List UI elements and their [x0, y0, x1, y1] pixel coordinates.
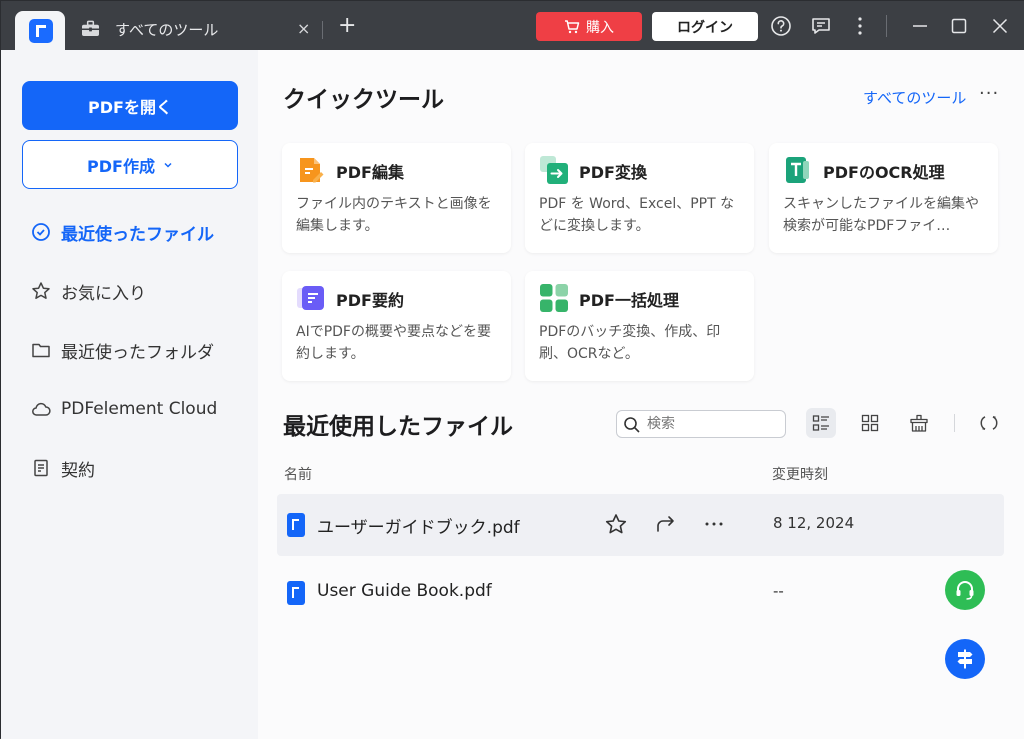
- buy-button[interactable]: 購入: [536, 12, 642, 41]
- pdfelement-logo-icon: [29, 19, 53, 43]
- support-button[interactable]: [945, 570, 985, 610]
- card-description: AIでPDFの概要や要点などを要約します。: [296, 324, 491, 362]
- signpost-icon: [957, 649, 973, 669]
- clock-icon: [32, 223, 50, 241]
- refresh-icon: [980, 416, 998, 430]
- help-icon[interactable]: [770, 15, 792, 37]
- more-horizontal-icon[interactable]: [702, 512, 726, 536]
- share-icon[interactable]: [653, 512, 677, 536]
- sidebar-item-contracts[interactable]: 契約: [31, 454, 95, 482]
- ocr-icon: [786, 157, 809, 183]
- summary-icon: [297, 286, 324, 310]
- search-input[interactable]: [616, 410, 786, 438]
- cart-icon: [565, 19, 580, 33]
- batch-icon: [540, 284, 568, 312]
- create-pdf-button[interactable]: PDF作成: [22, 140, 238, 189]
- sidebar-item-favorites[interactable]: お気に入り: [31, 277, 146, 305]
- buy-label: 購入: [586, 19, 614, 36]
- card-description: PDF を Word、Excel、PPT などに変換します。: [539, 196, 735, 234]
- tool-card-pdf-ocr[interactable]: PDFのOCR処理 スキャンしたファイルを編集や検索が可能なPDFファイ…: [769, 143, 998, 253]
- sidebar-item-label: お気に入り: [61, 283, 146, 304]
- sidebar-item-label: 最近使ったファイル: [61, 224, 214, 245]
- list-view-button[interactable]: [806, 408, 836, 438]
- maximize-icon[interactable]: [948, 15, 970, 37]
- more-options-icon[interactable]: ···: [979, 83, 999, 104]
- tool-card-pdf-summary[interactable]: PDF要約 AIでPDFの概要や要点などを要約します。: [282, 271, 511, 381]
- all-tools-link[interactable]: すべてのツール: [863, 87, 966, 108]
- file-modified: --: [773, 582, 784, 600]
- create-pdf-label: PDF作成: [87, 156, 155, 176]
- refresh-button[interactable]: [974, 408, 1004, 438]
- file-name: ユーザーガイドブック.pdf: [317, 518, 520, 538]
- broom-icon: [910, 414, 928, 432]
- close-icon[interactable]: [989, 15, 1011, 37]
- sidebar: PDFを開く PDF作成 最近使ったファイル お気に入り 最近使ったフォルダ P…: [1, 50, 258, 739]
- document-icon: [34, 459, 48, 477]
- file-row[interactable]: ユーザーガイドブック.pdf 8 12, 2024: [277, 494, 1004, 556]
- sidebar-item-label: 最近使ったフォルダ: [61, 342, 214, 363]
- tab-title: すべてのツール: [115, 21, 219, 39]
- toolbar-divider: [954, 414, 955, 432]
- sidebar-item-label: PDFelement Cloud: [61, 399, 218, 419]
- tools-float-button[interactable]: [945, 639, 985, 679]
- chevron-down-icon: [164, 162, 172, 168]
- card-title: PDFのOCR処理: [823, 163, 945, 182]
- sidebar-item-recent-folders[interactable]: 最近使ったフォルダ: [31, 336, 214, 364]
- app-window: すべてのツール × + 購入 ログイン PDFを開く PDF作成 最近使ったファ…: [0, 0, 1024, 739]
- tool-card-pdf-edit[interactable]: PDF編集 ファイル内のテキストと画像を編集します。: [282, 143, 511, 253]
- favorite-star-icon[interactable]: [604, 512, 628, 536]
- edit-icon: [300, 158, 324, 183]
- card-title: PDF変換: [579, 163, 647, 182]
- search-icon: [624, 417, 640, 433]
- title-bar: すべてのツール × + 購入 ログイン: [1, 1, 1024, 50]
- quick-tools-title: クイックツール: [283, 87, 444, 113]
- tab-all-tools[interactable]: すべてのツール ×: [65, 11, 323, 50]
- card-description: PDFのバッチ変換、作成、印刷、OCRなど。: [539, 324, 721, 362]
- grid-view-icon: [861, 414, 879, 432]
- tab-close-icon[interactable]: ×: [297, 19, 310, 38]
- grid-view-button[interactable]: [855, 408, 885, 438]
- column-header-modified[interactable]: 変更時刻: [772, 464, 828, 484]
- tab-divider: [322, 21, 323, 39]
- login-button[interactable]: ログイン: [652, 12, 758, 41]
- folder-icon: [32, 343, 50, 358]
- card-description: ファイル内のテキストと画像を編集します。: [296, 196, 492, 234]
- card-title: PDF編集: [336, 163, 404, 182]
- sidebar-item-cloud[interactable]: PDFelement Cloud: [31, 395, 217, 423]
- sidebar-item-recent-files[interactable]: 最近使ったファイル: [31, 218, 214, 246]
- window-controls-divider: [886, 15, 887, 37]
- star-icon: [32, 282, 50, 299]
- headset-icon: [956, 581, 974, 600]
- more-vertical-icon[interactable]: [849, 15, 871, 37]
- home-tab[interactable]: [15, 11, 65, 50]
- tool-card-pdf-batch[interactable]: PDF一括処理 PDFのバッチ変換、作成、印刷、OCRなど。: [525, 271, 754, 381]
- pdf-file-icon: [287, 581, 305, 605]
- main-content: クイックツール すべてのツール ··· PDF編集 ファイル内のテキストと画像を…: [258, 50, 1024, 739]
- file-row[interactable]: User Guide Book.pdf --: [277, 562, 1004, 624]
- new-tab-button[interactable]: +: [338, 15, 356, 37]
- cloud-icon: [32, 402, 51, 416]
- file-modified: 8 12, 2024: [773, 514, 855, 532]
- column-header-name[interactable]: 名前: [284, 464, 312, 484]
- pdf-file-icon: [287, 513, 305, 537]
- file-name: User Guide Book.pdf: [317, 581, 492, 601]
- card-title: PDF一括処理: [579, 291, 679, 310]
- card-title: PDF要約: [336, 291, 404, 310]
- toolbox-icon: [82, 20, 99, 37]
- search-field[interactable]: [647, 414, 779, 434]
- open-pdf-button[interactable]: PDFを開く: [22, 81, 238, 130]
- tool-card-pdf-convert[interactable]: PDF変換 PDF を Word、Excel、PPT などに変換します。: [525, 143, 754, 253]
- convert-icon: [540, 156, 568, 184]
- list-view-icon: [812, 415, 829, 431]
- clear-list-button[interactable]: [904, 408, 934, 438]
- card-description: スキャンしたファイルを編集や検索が可能なPDFファイ…: [783, 196, 979, 234]
- recent-files-title: 最近使用したファイル: [283, 414, 513, 440]
- minimize-icon[interactable]: [909, 15, 931, 37]
- feedback-icon[interactable]: [810, 15, 832, 37]
- sidebar-item-label: 契約: [61, 460, 95, 481]
